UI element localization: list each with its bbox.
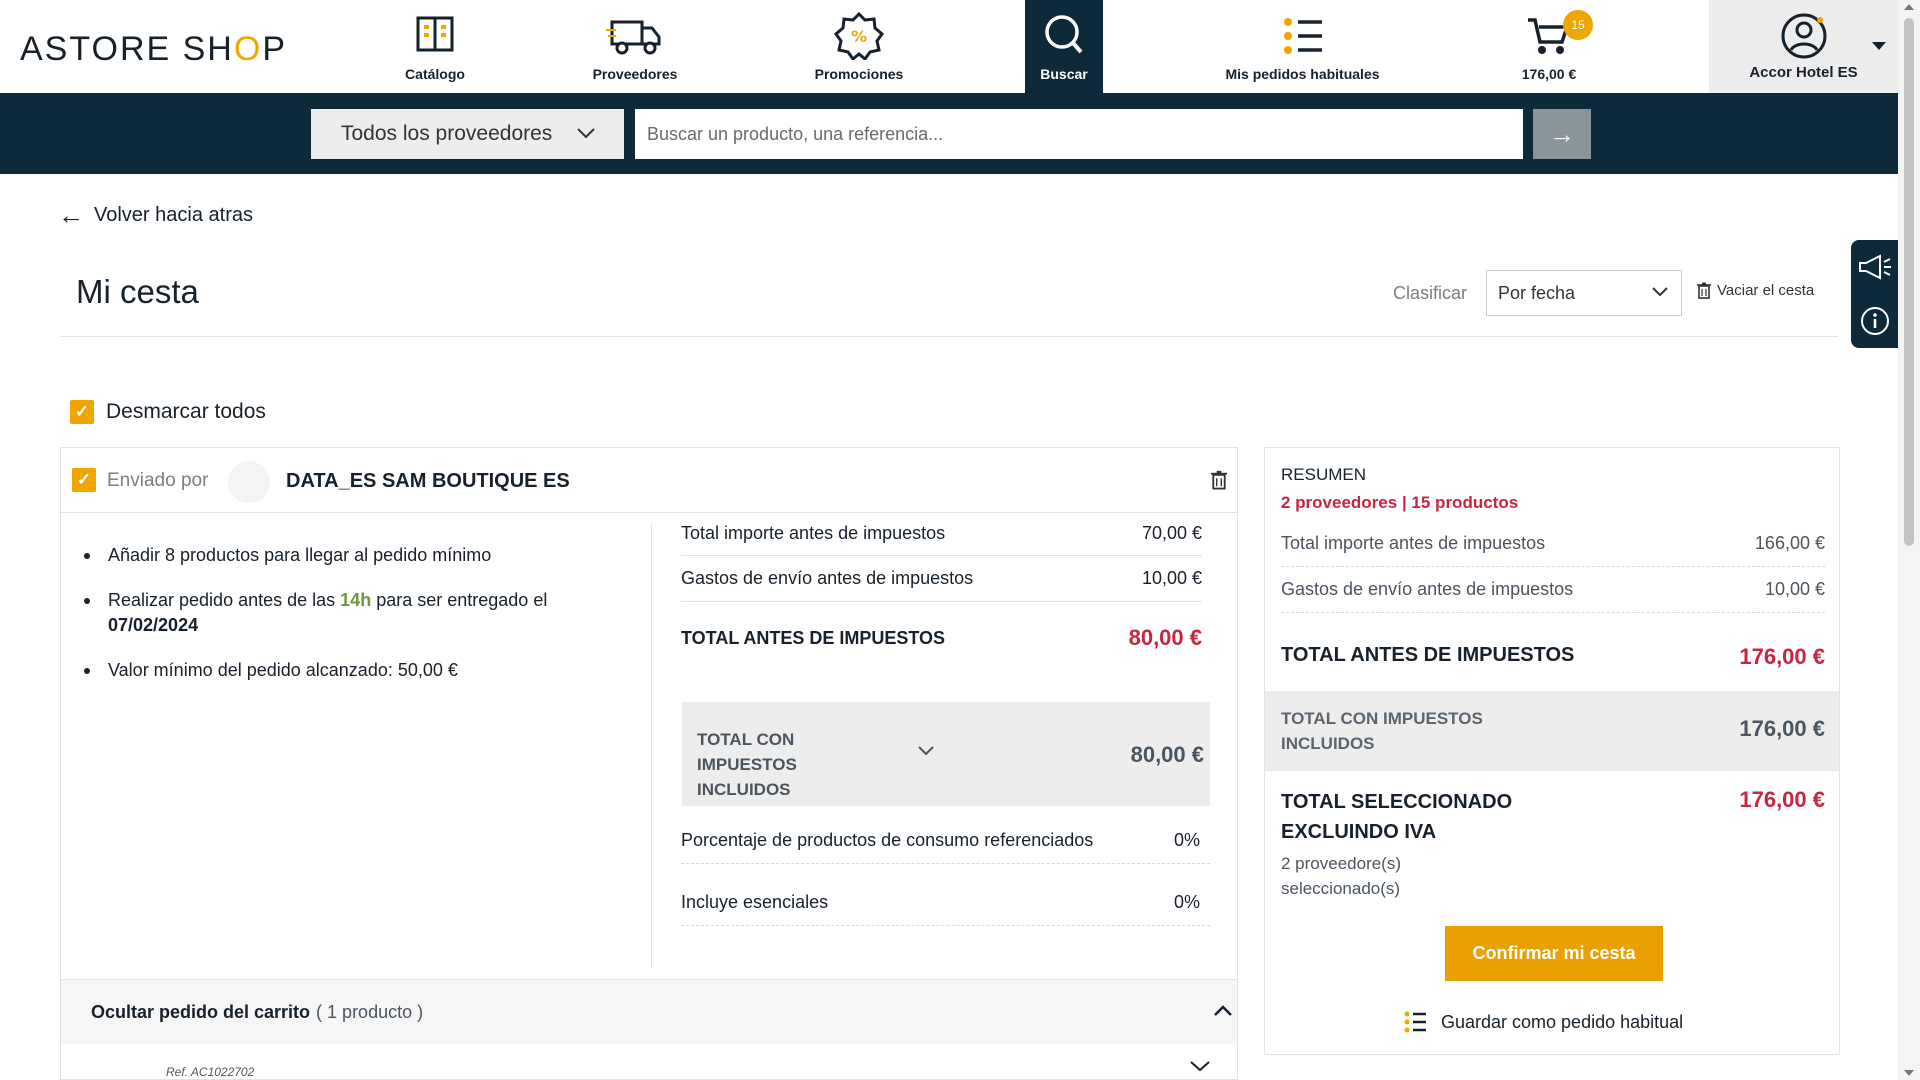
summary-total-with-tax-row: TOTAL CON IMPUESTOS INCLUIDOS 176,00 €	[1265, 691, 1839, 771]
supplier-logo	[228, 461, 270, 503]
chevron-up-icon	[1214, 1005, 1232, 1016]
order-subtotal-row: Total importe antes de impuestos 70,00 €	[681, 511, 1202, 556]
scroll-up-icon[interactable]	[1904, 4, 1914, 10]
nav-mis-pedidos-habituales[interactable]: Mis pedidos habituales	[1215, 0, 1390, 93]
search-icon	[1045, 15, 1083, 54]
user-avatar-icon	[1781, 13, 1827, 59]
empty-cart-button[interactable]: Vaciar el cesta	[1697, 282, 1814, 299]
megaphone-icon	[1858, 254, 1891, 280]
nav-buscar[interactable]: Buscar	[1025, 0, 1103, 93]
delete-supplier-trash-icon[interactable]	[1211, 470, 1227, 490]
supplier-header: ✓ Enviado por DATA_ES SAM BOUTIQUE ES	[61, 448, 1237, 513]
summary-subtitle: 2 proveedores | 15 productos	[1281, 493, 1519, 512]
order-notes-list: Añadir 8 productos para llegar al pedido…	[78, 543, 648, 703]
order-total-with-tax-toggle[interactable]: TOTAL CON IMPUESTOS INCLUIDOS 80,00 €	[682, 702, 1210, 806]
checklist-icon	[1404, 1011, 1426, 1033]
trash-icon	[1697, 282, 1711, 299]
percent-badge-icon: %	[833, 12, 885, 60]
product-reference: Ref. AC1022702	[166, 1065, 255, 1079]
nav-proveedores[interactable]: Proveedores	[580, 0, 690, 93]
summary-selected-total: TOTAL SELECCIONADO EXCLUINDO IVA 176,00 …	[1281, 787, 1825, 898]
divider	[60, 336, 1838, 337]
list-item: Valor mínimo del pedido alcanzado: 50,00…	[78, 658, 648, 683]
order-summary-panel: RESUMEN 2 proveedores | 15 productos Tot…	[1264, 447, 1840, 1055]
chevron-down-icon	[1652, 287, 1668, 297]
summary-title: RESUMEN	[1281, 465, 1367, 484]
save-as-habitual-order-button[interactable]: Guardar como pedido habitual	[1403, 1010, 1683, 1034]
chevron-down-icon	[577, 128, 595, 139]
account-menu[interactable]: Accor Hotel ES	[1709, 0, 1898, 93]
product-search-input[interactable]	[635, 109, 1523, 159]
summary-total-pre-tax-row: TOTAL ANTES DE IMPUESTOS 176,00 €	[1281, 644, 1825, 669]
search-bar: Todos los proveedores →	[0, 93, 1898, 174]
search-submit-button[interactable]: →	[1533, 109, 1591, 159]
supplier-filter-dropdown[interactable]: Todos los proveedores	[311, 109, 624, 159]
info-icon	[1860, 307, 1889, 335]
chevron-down-icon	[918, 746, 934, 756]
top-navigation: ASTORE SHOP Catálogo Proveedores % Promo…	[0, 0, 1898, 93]
svg-text:%: %	[851, 27, 867, 46]
sort-dropdown[interactable]: Por fecha	[1486, 270, 1682, 316]
page-title: Mi cesta	[76, 273, 199, 310]
order-total-pre-tax-row: TOTAL ANTES DE IMPUESTOS 80,00 €	[681, 625, 1202, 650]
scroll-down-icon[interactable]	[1904, 1070, 1914, 1076]
divider	[651, 524, 652, 969]
nav-promociones[interactable]: % Promociones	[804, 0, 914, 93]
back-link[interactable]: ← Volver hacia atras	[58, 200, 253, 231]
astore-shop-logo[interactable]: ASTORE SHOP	[20, 30, 287, 69]
arrow-left-icon: ←	[58, 200, 84, 230]
announcements-tab[interactable]	[1851, 240, 1898, 294]
confirm-cart-button[interactable]: Confirmar mi cesta	[1445, 926, 1663, 981]
summary-shipping-row: Gastos de envío antes de impuestos 10,00…	[1281, 567, 1825, 613]
account-caret-icon	[1872, 42, 1886, 50]
checkbox-checked-icon: ✓	[70, 400, 94, 424]
essentials-row: Incluye esenciales 0%	[681, 880, 1210, 926]
chevron-down-icon[interactable]	[1189, 1059, 1211, 1073]
supplier-checkbox[interactable]: ✓	[72, 468, 96, 492]
summary-subtotal-row: Total importe antes de impuestos 166,00 …	[1281, 521, 1825, 567]
nav-catalogo[interactable]: Catálogo	[380, 0, 490, 93]
order-shipping-row: Gastos de envío antes de impuestos 10,00…	[681, 556, 1202, 602]
list-item: Realizar pedido antes de las 14h para se…	[78, 588, 648, 638]
page-scrollbar[interactable]	[1898, 0, 1920, 1080]
delivery-truck-icon	[606, 20, 661, 55]
floating-side-tabs	[1851, 240, 1898, 348]
sort-label: Clasificar	[1393, 283, 1468, 303]
hide-order-toggle[interactable]: Ocultar pedido del carrito( 1 producto )	[61, 979, 1237, 1044]
info-tab[interactable]	[1851, 294, 1898, 348]
list-item: Añadir 8 productos para llegar al pedido…	[78, 543, 648, 568]
referenced-products-row: Porcentaje de productos de consumo refer…	[681, 818, 1210, 864]
cart-count-badge: 15	[1563, 10, 1593, 40]
supplier-order-panel: ✓ Enviado por DATA_ES SAM BOUTIQUE ES Añ…	[60, 447, 1238, 1080]
unmark-all-checkbox[interactable]: ✓ Desmarcar todos	[70, 400, 266, 424]
scrollbar-thumb[interactable]	[1904, 18, 1914, 546]
supplier-name: DATA_ES SAM BOUTIQUE ES	[286, 470, 570, 492]
sent-by-label: Enviado por	[107, 470, 209, 491]
checklist-icon	[1283, 18, 1322, 54]
catalog-book-icon	[416, 16, 454, 52]
